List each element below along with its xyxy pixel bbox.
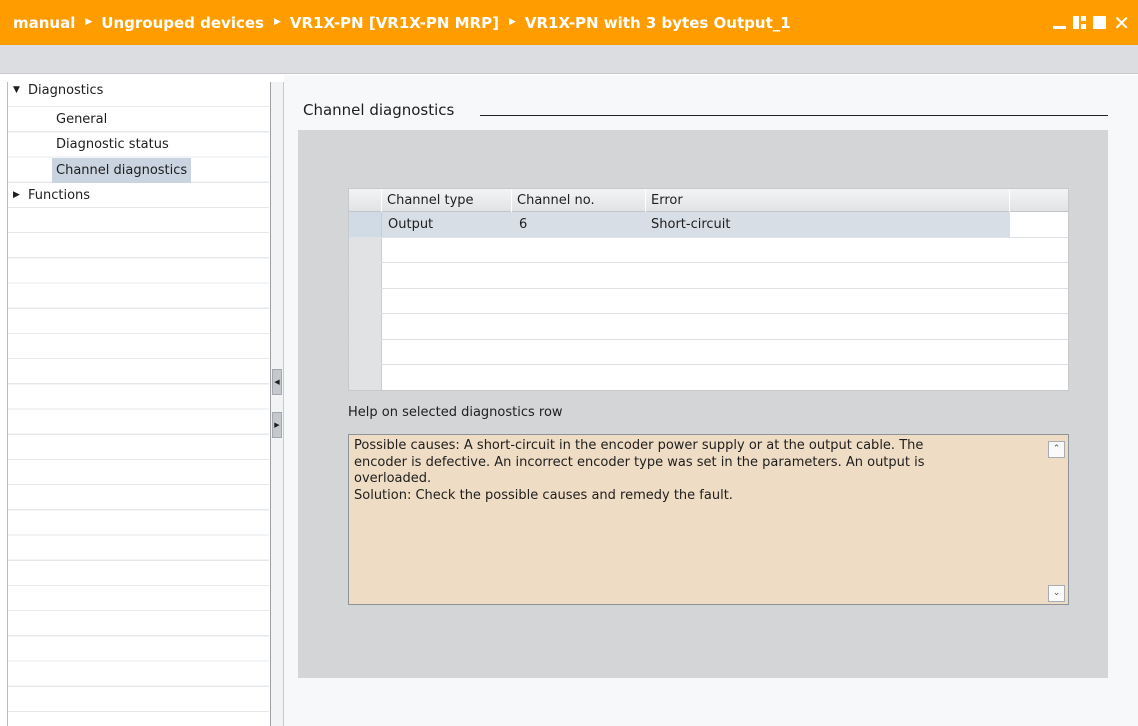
expand-right-icon[interactable]: ▶ bbox=[13, 183, 20, 208]
help-line: overloaded. bbox=[354, 471, 432, 486]
cell-error: Short-circuit bbox=[651, 217, 731, 232]
tree-item-diagnostics[interactable]: ▼ Diagnostics bbox=[8, 82, 269, 107]
breadcrumb-item-device[interactable]: VR1X-PN [VR1X-PN MRP] bbox=[290, 14, 499, 32]
diagnostics-panel: Channel type Channel no. Error Output 6 … bbox=[298, 130, 1108, 678]
float-window-icon[interactable] bbox=[1073, 16, 1087, 29]
section-title: Channel diagnostics bbox=[303, 101, 455, 119]
help-label: Help on selected diagnostics row bbox=[348, 405, 563, 420]
channel-diagnostics-table: Channel type Channel no. Error Output 6 … bbox=[348, 188, 1069, 391]
column-header-error[interactable]: Error bbox=[646, 189, 1010, 212]
breadcrumb-item-project[interactable]: manual bbox=[13, 14, 75, 32]
title-bar: manual ▶ Ungrouped devices ▶ VR1X-PN [VR… bbox=[0, 0, 1138, 45]
row-header[interactable] bbox=[349, 237, 382, 262]
row-header[interactable] bbox=[349, 288, 382, 313]
row-header[interactable] bbox=[349, 314, 382, 339]
help-text-area[interactable]: Possible causes: A short-circuit in the … bbox=[348, 434, 1069, 605]
help-line: encoder is defective. An incorrect encod… bbox=[354, 454, 925, 470]
row-header[interactable] bbox=[349, 365, 382, 390]
table-header: Channel type Channel no. Error bbox=[349, 189, 1068, 212]
collapse-left-icon[interactable]: ◀ bbox=[272, 369, 282, 395]
expand-right-pane-icon[interactable]: ▶ bbox=[272, 412, 282, 438]
section-divider bbox=[480, 115, 1108, 116]
window-controls: ✕ bbox=[1053, 0, 1130, 45]
content-area: Channel diagnostics Channel type Channel… bbox=[284, 75, 1138, 726]
toolbar bbox=[0, 45, 1138, 74]
help-text: Possible causes: A short-circuit in the … bbox=[354, 438, 1034, 504]
breadcrumb: manual ▶ Ungrouped devices ▶ VR1X-PN [VR… bbox=[13, 0, 791, 45]
scroll-down-icon[interactable]: ⌄ bbox=[1048, 585, 1065, 602]
table-row[interactable] bbox=[349, 263, 1068, 289]
tree-item-general[interactable]: General bbox=[8, 107, 269, 132]
table-row[interactable] bbox=[349, 314, 1068, 340]
table-row[interactable] bbox=[349, 365, 1068, 390]
tree-item-channel-diagnostics[interactable]: Channel diagnostics bbox=[8, 157, 269, 183]
table-row[interactable]: Output 6 Short-circuit bbox=[349, 212, 1068, 238]
breadcrumb-separator-icon: ▶ bbox=[508, 16, 516, 27]
row-header[interactable] bbox=[349, 339, 382, 364]
row-header[interactable] bbox=[349, 263, 382, 288]
breadcrumb-separator-icon: ▶ bbox=[85, 16, 93, 27]
table-row[interactable] bbox=[349, 339, 1068, 365]
tree-item-diagnostic-status[interactable]: Diagnostic status bbox=[8, 132, 269, 157]
breadcrumb-item-module[interactable]: VR1X-PN with 3 bytes Output_1 bbox=[525, 14, 791, 32]
pane-splitter[interactable]: ◀ ▶ bbox=[270, 82, 284, 726]
table-row[interactable] bbox=[349, 288, 1068, 314]
scroll-up-icon[interactable]: ⌃ bbox=[1048, 441, 1065, 458]
column-header-channel-no[interactable]: Channel no. bbox=[512, 189, 646, 212]
help-line: Possible causes: A short-circuit in the … bbox=[354, 438, 924, 453]
cell-channel-no: 6 bbox=[519, 217, 528, 232]
expand-down-icon[interactable]: ▼ bbox=[13, 78, 20, 103]
row-header-corner bbox=[349, 189, 382, 212]
cell-channel-type: Output bbox=[388, 217, 434, 232]
tree-item-functions[interactable]: ▶ Functions bbox=[8, 183, 269, 208]
column-header-channel-type[interactable]: Channel type bbox=[382, 189, 512, 212]
row-header[interactable] bbox=[349, 212, 382, 237]
breadcrumb-item-group[interactable]: Ungrouped devices bbox=[101, 14, 264, 32]
maximize-icon[interactable] bbox=[1093, 16, 1107, 29]
table-row[interactable] bbox=[349, 237, 1068, 263]
navigation-tree: ▼ Diagnostics General Diagnostic status … bbox=[7, 82, 269, 726]
close-icon[interactable]: ✕ bbox=[1113, 13, 1130, 33]
help-line: Solution: Check the possible causes and … bbox=[354, 487, 733, 503]
minimize-icon[interactable] bbox=[1053, 16, 1067, 29]
breadcrumb-separator-icon: ▶ bbox=[273, 16, 281, 27]
